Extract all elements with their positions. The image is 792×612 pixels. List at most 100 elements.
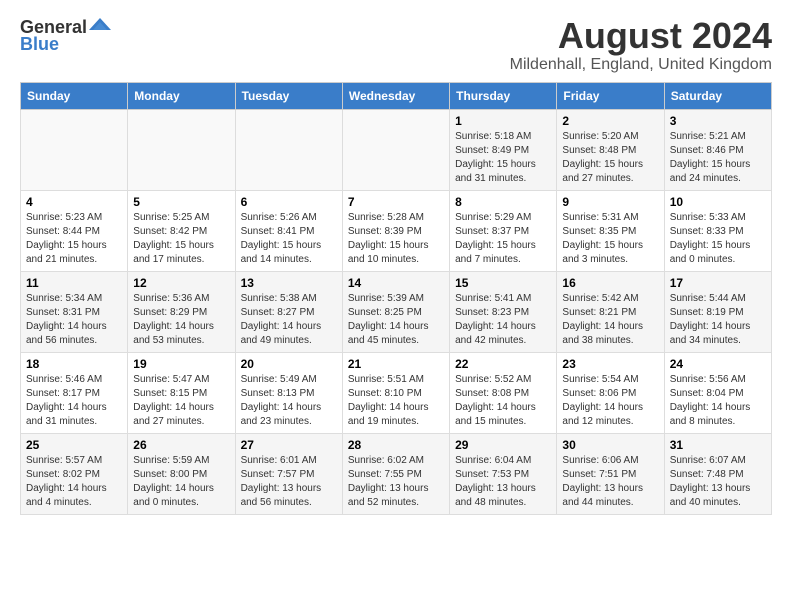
cell-details: Sunrise: 5:31 AM Sunset: 8:35 PM Dayligh… <box>562 211 658 267</box>
calendar-cell: 6 Sunrise: 5:26 AM Sunset: 8:41 PM Daylig… <box>235 190 342 271</box>
logo-icon <box>89 16 111 38</box>
calendar-cell: 12 Sunrise: 5:36 AM Sunset: 8:29 PM Dayli… <box>128 271 235 352</box>
day-number: 9 <box>562 195 658 209</box>
calendar-week-row: 1Sunrise: 5:18 AM Sunset: 8:49 PM Daylig… <box>21 109 772 190</box>
column-header-saturday: Saturday <box>664 82 771 109</box>
calendar-cell: 15Sunrise: 5:41 AM Sunset: 8:23 PM Dayli… <box>450 271 557 352</box>
calendar-cell: 30 Sunrise: 6:06 AM Sunset: 7:51 PM Dayli… <box>557 433 664 514</box>
day-number: 30 <box>562 438 658 452</box>
day-number: 29 <box>455 438 551 452</box>
logo-blue: Blue <box>20 34 59 55</box>
cell-details: Sunrise: 5:41 AM Sunset: 8:23 PM Dayligh… <box>455 292 551 348</box>
calendar-cell <box>21 109 128 190</box>
day-number: 31 <box>670 438 766 452</box>
column-header-tuesday: Tuesday <box>235 82 342 109</box>
calendar-header-row: SundayMondayTuesdayWednesdayThursdayFrid… <box>21 82 772 109</box>
cell-details: Sunrise: 5:36 AM Sunset: 8:29 PM Dayligh… <box>133 292 229 348</box>
day-number: 23 <box>562 357 658 371</box>
column-header-sunday: Sunday <box>21 82 128 109</box>
cell-details: Sunrise: 5:51 AM Sunset: 8:10 PM Dayligh… <box>348 373 444 429</box>
calendar-cell: 22Sunrise: 5:52 AM Sunset: 8:08 PM Dayli… <box>450 352 557 433</box>
cell-details: Sunrise: 5:18 AM Sunset: 8:49 PM Dayligh… <box>455 130 551 186</box>
day-number: 8 <box>455 195 551 209</box>
cell-details: Sunrise: 6:04 AM Sunset: 7:53 PM Dayligh… <box>455 454 551 510</box>
cell-details: Sunrise: 5:20 AM Sunset: 8:48 PM Dayligh… <box>562 130 658 186</box>
calendar-cell: 7Sunrise: 5:28 AM Sunset: 8:39 PM Daylig… <box>342 190 449 271</box>
calendar-cell: 23 Sunrise: 5:54 AM Sunset: 8:06 PM Dayli… <box>557 352 664 433</box>
cell-details: Sunrise: 6:02 AM Sunset: 7:55 PM Dayligh… <box>348 454 444 510</box>
cell-details: Sunrise: 5:59 AM Sunset: 8:00 PM Dayligh… <box>133 454 229 510</box>
cell-details: Sunrise: 5:49 AM Sunset: 8:13 PM Dayligh… <box>241 373 337 429</box>
day-number: 5 <box>133 195 229 209</box>
cell-details: Sunrise: 6:06 AM Sunset: 7:51 PM Dayligh… <box>562 454 658 510</box>
cell-details: Sunrise: 5:54 AM Sunset: 8:06 PM Dayligh… <box>562 373 658 429</box>
cell-details: Sunrise: 5:42 AM Sunset: 8:21 PM Dayligh… <box>562 292 658 348</box>
calendar-cell: 27Sunrise: 6:01 AM Sunset: 7:57 PM Dayli… <box>235 433 342 514</box>
calendar-cell: 21Sunrise: 5:51 AM Sunset: 8:10 PM Dayli… <box>342 352 449 433</box>
calendar-week-row: 11 Sunrise: 5:34 AM Sunset: 8:31 PM Dayli… <box>21 271 772 352</box>
title-section: August 2024 Mildenhall, England, United … <box>510 16 772 74</box>
page-header: General Blue August 2024 Mildenhall, Eng… <box>20 16 772 74</box>
day-number: 25 <box>26 438 122 452</box>
column-header-friday: Friday <box>557 82 664 109</box>
cell-details: Sunrise: 5:39 AM Sunset: 8:25 PM Dayligh… <box>348 292 444 348</box>
calendar-cell: 8 Sunrise: 5:29 AM Sunset: 8:37 PM Daylig… <box>450 190 557 271</box>
calendar-cell: 2Sunrise: 5:20 AM Sunset: 8:48 PM Daylig… <box>557 109 664 190</box>
calendar-cell: 11 Sunrise: 5:34 AM Sunset: 8:31 PM Dayli… <box>21 271 128 352</box>
cell-details: Sunrise: 5:52 AM Sunset: 8:08 PM Dayligh… <box>455 373 551 429</box>
calendar-cell: 29 Sunrise: 6:04 AM Sunset: 7:53 PM Dayli… <box>450 433 557 514</box>
day-number: 27 <box>241 438 337 452</box>
calendar-cell: 20 Sunrise: 5:49 AM Sunset: 8:13 PM Dayli… <box>235 352 342 433</box>
calendar-cell: 26 Sunrise: 5:59 AM Sunset: 8:00 PM Dayli… <box>128 433 235 514</box>
column-header-thursday: Thursday <box>450 82 557 109</box>
cell-details: Sunrise: 5:33 AM Sunset: 8:33 PM Dayligh… <box>670 211 766 267</box>
calendar-cell: 9 Sunrise: 5:31 AM Sunset: 8:35 PM Daylig… <box>557 190 664 271</box>
logo: General Blue <box>20 16 111 55</box>
cell-details: Sunrise: 5:29 AM Sunset: 8:37 PM Dayligh… <box>455 211 551 267</box>
calendar-cell <box>128 109 235 190</box>
calendar-cell: 16Sunrise: 5:42 AM Sunset: 8:21 PM Dayli… <box>557 271 664 352</box>
day-number: 3 <box>670 114 766 128</box>
day-number: 12 <box>133 276 229 290</box>
cell-details: Sunrise: 5:47 AM Sunset: 8:15 PM Dayligh… <box>133 373 229 429</box>
day-number: 6 <box>241 195 337 209</box>
calendar-cell: 24 Sunrise: 5:56 AM Sunset: 8:04 PM Dayli… <box>664 352 771 433</box>
cell-details: Sunrise: 5:25 AM Sunset: 8:42 PM Dayligh… <box>133 211 229 267</box>
day-number: 4 <box>26 195 122 209</box>
calendar-cell: 31 Sunrise: 6:07 AM Sunset: 7:48 PM Dayli… <box>664 433 771 514</box>
calendar-week-row: 25Sunrise: 5:57 AM Sunset: 8:02 PM Dayli… <box>21 433 772 514</box>
column-header-monday: Monday <box>128 82 235 109</box>
day-number: 18 <box>26 357 122 371</box>
calendar-cell: 17Sunrise: 5:44 AM Sunset: 8:19 PM Dayli… <box>664 271 771 352</box>
cell-details: Sunrise: 5:21 AM Sunset: 8:46 PM Dayligh… <box>670 130 766 186</box>
cell-details: Sunrise: 5:26 AM Sunset: 8:41 PM Dayligh… <box>241 211 337 267</box>
cell-details: Sunrise: 5:28 AM Sunset: 8:39 PM Dayligh… <box>348 211 444 267</box>
calendar-cell: 10 Sunrise: 5:33 AM Sunset: 8:33 PM Dayli… <box>664 190 771 271</box>
calendar-cell: 13Sunrise: 5:38 AM Sunset: 8:27 PM Dayli… <box>235 271 342 352</box>
calendar-cell: 5 Sunrise: 5:25 AM Sunset: 8:42 PM Daylig… <box>128 190 235 271</box>
calendar-cell: 4Sunrise: 5:23 AM Sunset: 8:44 PM Daylig… <box>21 190 128 271</box>
calendar-cell: 28 Sunrise: 6:02 AM Sunset: 7:55 PM Dayli… <box>342 433 449 514</box>
calendar-week-row: 18 Sunrise: 5:46 AM Sunset: 8:17 PM Dayli… <box>21 352 772 433</box>
day-number: 11 <box>26 276 122 290</box>
calendar-table: SundayMondayTuesdayWednesdayThursdayFrid… <box>20 82 772 515</box>
cell-details: Sunrise: 5:44 AM Sunset: 8:19 PM Dayligh… <box>670 292 766 348</box>
cell-details: Sunrise: 6:07 AM Sunset: 7:48 PM Dayligh… <box>670 454 766 510</box>
day-number: 24 <box>670 357 766 371</box>
page-subtitle: Mildenhall, England, United Kingdom <box>510 56 772 74</box>
cell-details: Sunrise: 5:34 AM Sunset: 8:31 PM Dayligh… <box>26 292 122 348</box>
cell-details: Sunrise: 5:46 AM Sunset: 8:17 PM Dayligh… <box>26 373 122 429</box>
page-title: August 2024 <box>510 16 772 56</box>
day-number: 26 <box>133 438 229 452</box>
calendar-week-row: 4Sunrise: 5:23 AM Sunset: 8:44 PM Daylig… <box>21 190 772 271</box>
calendar-cell: 3 Sunrise: 5:21 AM Sunset: 8:46 PM Daylig… <box>664 109 771 190</box>
calendar-cell: 18 Sunrise: 5:46 AM Sunset: 8:17 PM Dayli… <box>21 352 128 433</box>
cell-details: Sunrise: 5:38 AM Sunset: 8:27 PM Dayligh… <box>241 292 337 348</box>
calendar-cell <box>235 109 342 190</box>
calendar-cell: 25Sunrise: 5:57 AM Sunset: 8:02 PM Dayli… <box>21 433 128 514</box>
cell-details: Sunrise: 5:56 AM Sunset: 8:04 PM Dayligh… <box>670 373 766 429</box>
calendar-cell <box>342 109 449 190</box>
day-number: 10 <box>670 195 766 209</box>
day-number: 28 <box>348 438 444 452</box>
day-number: 20 <box>241 357 337 371</box>
